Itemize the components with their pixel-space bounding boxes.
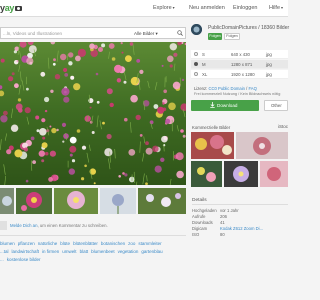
size-option-m[interactable]: M 1280 x 871 jpg	[191, 60, 288, 69]
main-photo[interactable]	[0, 42, 186, 185]
related-title: Kommerzielle Bilder	[192, 125, 231, 130]
similar-image[interactable]	[138, 188, 186, 214]
top-bar: yay Explore▾ Neu anmelden Einloggen Hilf…	[0, 0, 288, 17]
tag-link[interactable]: blumenbeet	[91, 249, 115, 254]
detail-value: vor 1 Jahr	[220, 208, 239, 213]
detail-key: Hochgeladen	[192, 208, 217, 213]
download-button[interactable]: Download	[191, 100, 259, 111]
size-option-s[interactable]: S 640 x 430 jpg	[191, 50, 288, 59]
login-link[interactable]: Melde Dich an	[10, 223, 37, 228]
logo[interactable]: yay	[0, 3, 23, 13]
tag-link[interactable]: stammleiter	[138, 241, 161, 246]
download-label: Download	[217, 103, 238, 108]
sidebar: PublicDomainPictures / 18360 Bilder Folg…	[191, 19, 289, 300]
tag-link[interactable]: natürliche	[38, 241, 58, 246]
search-icon[interactable]	[175, 28, 185, 38]
similar-images-row	[0, 188, 186, 214]
detail-key: ISO	[192, 232, 200, 237]
avatar	[0, 221, 7, 230]
search-scope-select[interactable]: Alle Bilder ▾	[134, 31, 158, 37]
divider	[0, 235, 186, 236]
license-info: Lizenz: CC0 Public Domain / FAQ	[194, 86, 257, 91]
other-label: Other	[271, 103, 282, 108]
details-heading: Details	[192, 198, 207, 203]
radio-icon[interactable]	[194, 62, 198, 66]
chevron-down-icon: ▾	[172, 5, 175, 10]
comment-row: Melde Dich an, um einen Kommentar zu sch…	[0, 221, 186, 233]
tag-link[interactable]: blumen	[0, 241, 15, 246]
tag-link[interactable]: blatt	[80, 249, 89, 254]
detail-key: Downloads	[192, 220, 213, 225]
size-label: M	[202, 62, 206, 67]
tag-link[interactable]: vegetation	[118, 249, 139, 254]
size-dimensions: 640 x 430	[231, 52, 250, 57]
author-block: PublicDomainPictures / 18360 Bilder Folg…	[191, 24, 289, 44]
similar-image[interactable]	[100, 188, 136, 214]
radio-icon[interactable]	[194, 72, 198, 76]
download-icon	[210, 102, 215, 109]
size-dimensions: 1280 x 871	[231, 62, 253, 67]
nav-login[interactable]: Einloggen	[233, 5, 257, 11]
tag-link[interactable]: ...	[0, 257, 4, 262]
size-label: S	[202, 52, 205, 57]
size-dimensions: 1920 x 1280	[231, 72, 255, 77]
other-sizes-button[interactable]: Other	[264, 100, 288, 111]
chevron-down-icon: ▾	[281, 5, 284, 10]
author-name[interactable]: PublicDomainPictures / 18360 Bilder	[208, 25, 289, 31]
size-option-xl[interactable]: XL 1920 x 1280 jpg	[191, 70, 288, 79]
license-note: Frei kommerziell Nutzung / Kein Bildnach…	[194, 92, 281, 96]
radio-icon[interactable]	[194, 52, 198, 56]
size-format: jpg	[266, 52, 272, 57]
tag-link[interactable]: ...tal	[0, 249, 9, 254]
size-format: jpg	[266, 62, 272, 67]
tag-list: blumen pflanzen natürliche blüte blütenblätt…	[0, 238, 186, 298]
tag-link[interactable]: pflanzen	[18, 241, 35, 246]
nav-register[interactable]: Neu anmelden	[189, 5, 225, 11]
faq-link[interactable]: FAQ	[248, 86, 256, 91]
size-label: XL	[202, 72, 208, 77]
related-image[interactable]	[224, 161, 258, 187]
nav-explore[interactable]: Explore▾	[153, 5, 175, 11]
istock-label: iStoc	[278, 124, 289, 129]
tag-link[interactable]: in firmen	[42, 249, 59, 254]
detail-value: 80	[220, 232, 225, 237]
tag-link[interactable]: umwelt	[62, 249, 76, 254]
tag-link[interactable]: zoo	[128, 241, 135, 246]
detail-key: Digicam	[192, 226, 208, 231]
tag-line-2: ...tal landwirtschaft in firmen umwelt blatt…	[0, 249, 166, 254]
related-image[interactable]	[191, 132, 234, 159]
detail-value: 206	[220, 214, 227, 219]
related-image[interactable]	[260, 161, 288, 187]
similar-image[interactable]	[0, 188, 14, 214]
detail-key: Aufrufe	[192, 214, 206, 219]
tag-link[interactable]: kostenlose bilder	[7, 257, 41, 262]
tag-link[interactable]: blütenblätter	[73, 241, 98, 246]
search-input[interactable]: ...ln, Videos und Illustrationen	[3, 31, 62, 36]
follow-button[interactable]: Folgen	[208, 33, 222, 40]
divider	[192, 204, 288, 205]
tag-line-3: ... kostenlose bilder	[0, 257, 44, 262]
related-image[interactable]	[236, 132, 288, 159]
follow-secondary-button[interactable]: Folgen	[224, 33, 240, 40]
comment-prompt: Melde Dich an, um einen Kommentar zu sch…	[10, 223, 108, 228]
detail-value: 41	[220, 220, 225, 225]
tag-link[interactable]: blüte	[60, 241, 70, 246]
related-image[interactable]	[191, 161, 222, 187]
search-bar[interactable]: ...ln, Videos und Illustrationen Alle Bi…	[0, 27, 186, 39]
nav-help[interactable]: Hilfe▾	[269, 5, 283, 11]
size-format: jpg	[266, 72, 272, 77]
license-link[interactable]: CC0 Public Domain	[208, 86, 245, 91]
tag-link[interactable]: botanischen	[101, 241, 125, 246]
camera-link[interactable]: Kodak Z612 Zoom Di...	[220, 226, 263, 231]
tag-link[interactable]: gartenblau	[141, 249, 162, 254]
author-avatar[interactable]	[191, 24, 202, 35]
tag-link[interactable]: landwirtschaft	[12, 249, 40, 254]
tag-line-1: blumen pflanzen natürliche blüte blütenblätt…	[0, 241, 165, 246]
similar-image[interactable]	[54, 188, 98, 214]
similar-image[interactable]	[16, 188, 52, 214]
